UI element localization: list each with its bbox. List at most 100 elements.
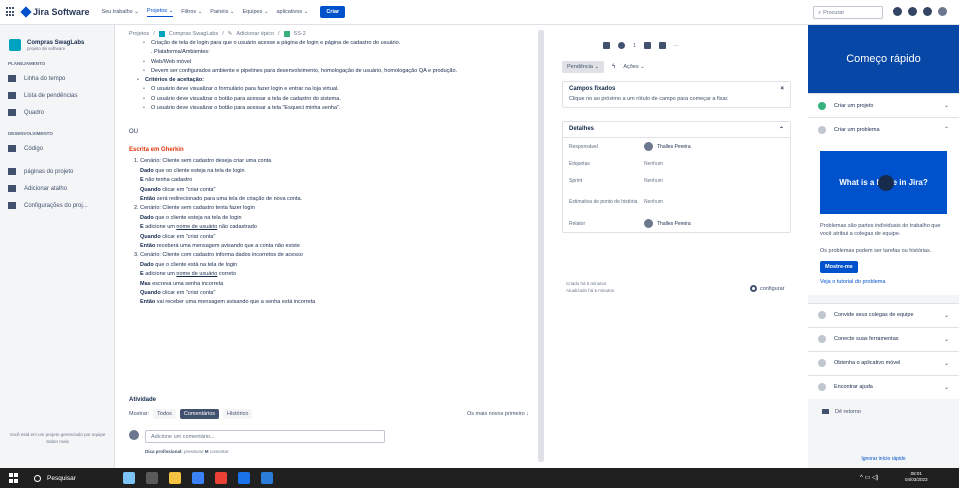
clock[interactable]: 08:01 04/03/2023 [905,471,928,484]
jira-icon [20,6,32,18]
learn-more-link[interactable]: Saber mais [0,439,115,446]
filter-all[interactable]: Todos [153,409,176,419]
nav-projects[interactable]: Projetos ⌄ [146,8,174,17]
quickstart-item-label: Encontrar ajuda [834,384,873,391]
timeline-icon [8,75,16,82]
comment-input[interactable]: Adicione um comentário... [145,430,385,443]
quickstart-item-label: Criar um problema [834,126,880,133]
pencil-icon: ✎ [227,31,233,37]
circle-icon [818,125,826,134]
field-labels[interactable]: Etiquetas Nenhum [563,155,790,172]
tutorial-video[interactable]: What is a Issue in Jira? [820,151,947,214]
tutorial-link[interactable]: Veja o tutorial do problema [808,273,959,295]
edge-icon[interactable] [192,472,204,484]
system-tray[interactable]: ^ ▭ ◁) [860,474,878,481]
field-story-points[interactable]: Estimativa de ponto de história Nenhum [563,189,790,215]
quickstart-item-create-project[interactable]: Criar um projeto ⌄ [808,93,959,117]
nav-filters[interactable]: Filtros ⌄ [181,9,202,15]
quickstart-item-mobile[interactable]: Obtenha o aplicativo móvel ⌄ [808,350,959,375]
nav-apps[interactable]: aplicativos ⌄ [277,9,309,15]
filter-comments[interactable]: Comentários [179,409,220,419]
breadcrumb-project[interactable]: Compras SwagLabs [169,31,219,37]
chevron-up-icon[interactable]: ⌃ [779,126,784,133]
sidebar-item-label: páginas do projeto [24,168,74,175]
actions-button[interactable]: Ações ⌄ [623,64,644,70]
project-sidebar: Compras SwagLabs projeto de software PLA… [0,25,115,468]
field-assignee[interactable]: Responsável Thalles Pereira [563,138,790,155]
sidebar-item-code[interactable]: Código [0,140,114,157]
sidebar-item-settings[interactable]: Configurações do proj... [0,197,114,214]
play-icon[interactable] [878,175,894,191]
windows-start-icon[interactable] [9,473,19,483]
section-development: DESENVOLVIMENTO [8,131,53,136]
sidebar-item-timeline[interactable]: Linha do tempo [0,70,114,87]
weather-icon[interactable] [123,472,135,484]
scenario-step: Quando clicar em "criar conta" [140,186,216,193]
profile-avatar[interactable] [938,7,947,16]
breadcrumb-epic[interactable]: Adicionar épico [236,31,274,37]
jira-logo[interactable]: Jira Software [20,6,90,18]
share-icon[interactable] [658,42,666,49]
file-explorer-icon[interactable] [169,472,181,484]
sidebar-item-add-shortcut[interactable]: Adicionar atalho [0,180,114,197]
status-button[interactable]: Pendência ⌄ [562,61,605,73]
details-panel: 1 ··· Pendência ⌄ ϟ Ações ⌄ Campos fixad… [547,25,799,468]
scenario-step: Então será redirecionado para uma tela d… [140,196,303,202]
brand-name: Jira Software [33,7,90,17]
show-label: Mostrar: [129,411,150,417]
quickstart-item-create-issue[interactable]: Criar um problema ⌃ [808,117,959,141]
scrollbar-thumb[interactable] [538,30,544,462]
task-view-icon[interactable] [146,472,158,484]
notifications-icon[interactable] [893,7,902,16]
settings-icon[interactable] [923,7,932,16]
project-icon [158,31,165,37]
configure-button[interactable]: configurar [750,285,784,292]
sidebar-item-board[interactable]: Quadro [0,104,114,121]
watch-icon[interactable] [618,42,625,49]
close-icon[interactable]: × [780,86,784,92]
quickstart-item-connect[interactable]: Conecte suas ferramentas ⌄ [808,326,959,351]
app-icon[interactable] [261,472,273,484]
issue-actions: 1 ··· [603,42,679,49]
filter-history[interactable]: Histórico [223,409,253,419]
browser-icon[interactable] [238,472,250,484]
code-icon [8,145,16,152]
breadcrumb-issue[interactable]: SS-2 [294,31,306,37]
nav-your-work[interactable]: Seu trabalho ⌄ [102,9,139,15]
nav-teams[interactable]: Equipes ⌄ [242,9,268,15]
sidebar-item-project-pages[interactable]: páginas do projeto [0,163,114,180]
bolt-icon: ϟ [612,64,616,70]
project-header[interactable]: Compras SwagLabs projeto de software [0,25,114,51]
help-icon[interactable] [908,7,917,16]
create-button[interactable]: Criar [320,6,346,18]
scenario-step: Então receberá uma mensagem avisando que… [140,243,300,250]
search-input[interactable]: ⌕ Procurar [813,6,883,19]
nav-dashboards[interactable]: Painéis ⌄ [210,9,234,15]
sidebar-item-label: Código [24,145,44,152]
add-shortcut-icon [8,185,16,192]
sidebar-item-backlog[interactable]: Lista de pendências [0,87,114,104]
quickstart-item-invite[interactable]: Convide seus colegas de equipe ⌄ [808,302,959,327]
sort-toggle[interactable]: Os mais novos primeiro ↓ [467,411,529,417]
project-icon [9,39,21,51]
app-switcher-icon[interactable] [6,7,16,17]
circle-icon [818,383,826,392]
show-me-button[interactable]: Mostre-me [820,260,858,273]
field-sprint[interactable]: Sprint Nenhum [563,172,790,189]
quickstart-item-help[interactable]: Encontrar ajuda ⌄ [808,374,959,399]
ignore-quickstart-link[interactable]: Ignorar início rápido [808,456,959,462]
issue-meta: Criado há 5 minutos Atualizado há 5 minu… [566,280,614,294]
field-reporter[interactable]: Relator Thalles Pereira [563,215,790,232]
quickstart-item-label: Convide seus colegas de equipe [834,312,914,319]
details-card: Detalhes ⌃ Responsável Thalles Pereira Et… [562,121,791,233]
taskbar-search[interactable]: Pesquisar [34,474,76,482]
scenario-title: 2. Cenário: Cliente sem cadastro tenta f… [134,205,255,212]
story-icon [283,31,290,37]
more-icon[interactable]: ··· [674,43,679,49]
chrome-icon[interactable] [215,472,227,484]
details-title: Detalhes [569,126,595,132]
lock-icon[interactable] [603,42,610,49]
like-icon[interactable] [643,42,651,49]
feedback-link[interactable]: Dê retorno [808,399,959,425]
breadcrumb-projects[interactable]: Projetos [129,31,149,37]
